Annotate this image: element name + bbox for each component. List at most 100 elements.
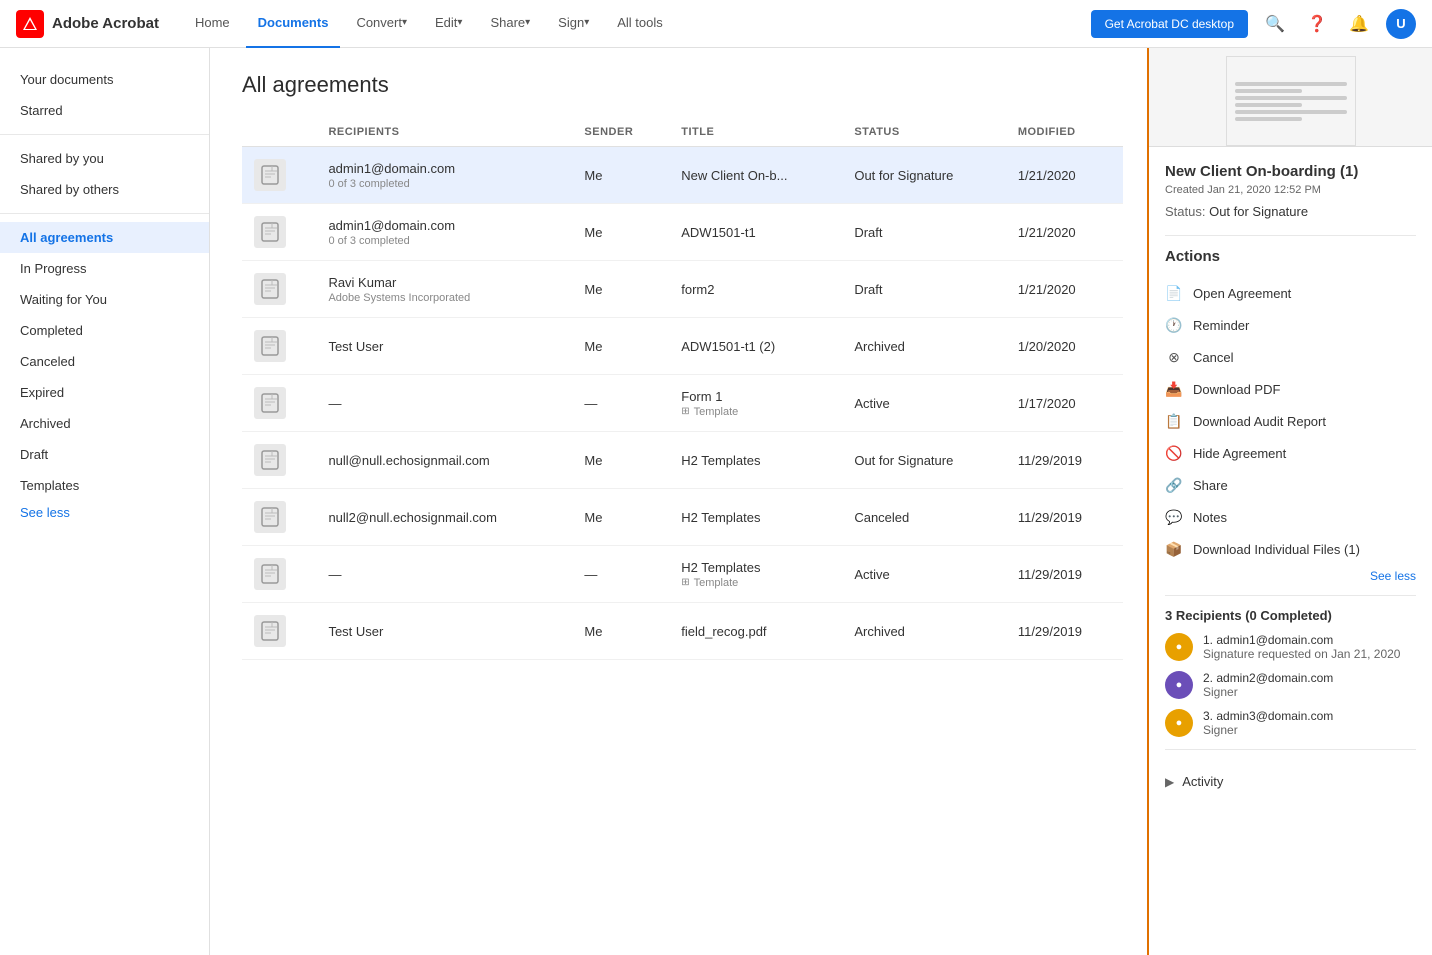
action-hide[interactable]: 🚫 Hide Agreement xyxy=(1165,437,1416,469)
row-recipient: — xyxy=(328,567,560,582)
recipient-email-3: 3. admin3@domain.com xyxy=(1203,709,1333,723)
sidebar-item-templates[interactable]: Templates xyxy=(0,470,209,501)
row-modified: 1/21/2020 xyxy=(1006,261,1123,318)
row-doc-icon xyxy=(254,387,286,419)
col-sender: SENDER xyxy=(572,118,669,147)
nav-documents[interactable]: Documents xyxy=(246,0,341,48)
row-title: ADW1501-t1 (2) xyxy=(681,339,830,354)
row-doc-icon xyxy=(254,273,286,305)
action-download-individual[interactable]: 📦 Download Individual Files (1) xyxy=(1165,533,1416,565)
nav-share[interactable]: Share xyxy=(478,0,542,48)
sidebar-item-archived[interactable]: Archived xyxy=(0,408,209,439)
recipients-section: 3 Recipients (0 Completed) ● 1. admin1@d… xyxy=(1165,608,1416,737)
sidebar-item-your-documents[interactable]: Your documents xyxy=(0,64,209,95)
nav-sign[interactable]: Sign xyxy=(546,0,601,48)
sidebar-divider-2 xyxy=(0,213,209,214)
clock-icon: 🕐 xyxy=(1165,316,1183,334)
row-recipient: null@null.echosignmail.com xyxy=(328,453,560,468)
row-doc-icon xyxy=(254,159,286,191)
row-status: Out for Signature xyxy=(842,147,1006,204)
sidebar-item-all-agreements[interactable]: All agreements xyxy=(0,222,209,253)
row-recipient: admin1@domain.com xyxy=(328,161,560,176)
action-notes[interactable]: 💬 Notes xyxy=(1165,501,1416,533)
doc-icon: 📄 xyxy=(1165,284,1183,302)
recipient-info-1: 1. admin1@domain.com Signature requested… xyxy=(1203,633,1400,661)
panel-title: New Client On-boarding (1) xyxy=(1165,163,1416,180)
table-row[interactable]: null@null.echosignmail.com Me H2 Templat… xyxy=(242,432,1123,489)
actions-title: Actions xyxy=(1165,248,1416,265)
row-recipient-sub: 0 of 3 completed xyxy=(328,235,560,247)
sidebar-item-shared-by-others[interactable]: Shared by others xyxy=(0,174,209,205)
recipient-avatar-1: ● xyxy=(1165,633,1193,661)
col-title: TITLE xyxy=(669,118,842,147)
action-share[interactable]: 🔗 Share xyxy=(1165,469,1416,501)
main-layout: Your documents Starred Shared by you Sha… xyxy=(0,48,1432,955)
nav-convert[interactable]: Convert xyxy=(344,0,419,48)
table-row[interactable]: admin1@domain.com 0 of 3 completed Me AD… xyxy=(242,204,1123,261)
avatar[interactable]: U xyxy=(1386,9,1416,39)
row-recipient: Ravi Kumar xyxy=(328,275,560,290)
sidebar-item-in-progress[interactable]: In Progress xyxy=(0,253,209,284)
template-icon: ⊞ xyxy=(681,577,689,588)
recipient-avatar-2: ● xyxy=(1165,671,1193,699)
activity-section[interactable]: ▶ Activity xyxy=(1165,762,1416,801)
sidebar-item-draft[interactable]: Draft xyxy=(0,439,209,470)
panel-divider-3 xyxy=(1165,749,1416,750)
recipient-info-3: 3. admin3@domain.com Signer xyxy=(1203,709,1333,737)
search-icon[interactable]: 🔍 xyxy=(1260,9,1290,39)
nav-home[interactable]: Home xyxy=(183,0,242,48)
actions-see-less[interactable]: See less xyxy=(1165,569,1416,583)
nav-edit[interactable]: Edit xyxy=(423,0,474,48)
sidebar-see-less[interactable]: See less xyxy=(0,501,209,528)
row-recipient: null2@null.echosignmail.com xyxy=(328,510,560,525)
row-recipient: Test User xyxy=(328,624,560,639)
table-row[interactable]: Test User Me field_recog.pdf Archived 11… xyxy=(242,603,1123,660)
table-row[interactable]: Test User Me ADW1501-t1 (2) Archived 1/2… xyxy=(242,318,1123,375)
table-row[interactable]: null2@null.echosignmail.com Me H2 Templa… xyxy=(242,489,1123,546)
get-acrobat-button[interactable]: Get Acrobat DC desktop xyxy=(1091,10,1248,38)
row-modified: 11/29/2019 xyxy=(1006,603,1123,660)
content-area: All agreements RECIPIENTS SENDER TITLE S… xyxy=(210,48,1147,955)
row-modified: 1/21/2020 xyxy=(1006,204,1123,261)
sidebar: Your documents Starred Shared by you Sha… xyxy=(0,48,210,955)
recipient-email-1: 1. admin1@domain.com xyxy=(1203,633,1400,647)
sidebar-item-shared-by-you[interactable]: Shared by you xyxy=(0,143,209,174)
row-sender: Me xyxy=(572,261,669,318)
sidebar-item-canceled[interactable]: Canceled xyxy=(0,346,209,377)
row-recipient: — xyxy=(328,396,560,411)
action-open-agreement[interactable]: 📄 Open Agreement xyxy=(1165,277,1416,309)
row-title: New Client On-b... xyxy=(681,168,830,183)
action-download-pdf[interactable]: 📥 Download PDF xyxy=(1165,373,1416,405)
sidebar-item-starred[interactable]: Starred xyxy=(0,95,209,126)
table-row[interactable]: — — Form 1 ⊞ Template Active 1/17/2020 xyxy=(242,375,1123,432)
app-name: Adobe Acrobat xyxy=(52,15,159,32)
row-status: Active xyxy=(842,546,1006,603)
row-status: Archived xyxy=(842,318,1006,375)
share-icon: 🔗 xyxy=(1165,476,1183,494)
row-title: form2 xyxy=(681,282,830,297)
sidebar-item-completed[interactable]: Completed xyxy=(0,315,209,346)
notification-icon[interactable]: 🔔 xyxy=(1344,9,1374,39)
adobe-icon xyxy=(16,10,44,38)
action-reminder[interactable]: 🕐 Reminder xyxy=(1165,309,1416,341)
help-icon[interactable]: ❓ xyxy=(1302,9,1332,39)
table-row[interactable]: admin1@domain.com 0 of 3 completed Me Ne… xyxy=(242,147,1123,204)
action-cancel[interactable]: ⊗ Cancel xyxy=(1165,341,1416,373)
table-row[interactable]: Ravi Kumar Adobe Systems Incorporated Me… xyxy=(242,261,1123,318)
row-status: Active xyxy=(842,375,1006,432)
nav-all-tools[interactable]: All tools xyxy=(605,0,675,48)
col-icon xyxy=(242,118,316,147)
row-status: Draft xyxy=(842,261,1006,318)
row-modified: 1/17/2020 xyxy=(1006,375,1123,432)
row-sender: Me xyxy=(572,147,669,204)
nav-links: Home Documents Convert Edit Share Sign A… xyxy=(183,0,1067,48)
sidebar-item-expired[interactable]: Expired xyxy=(0,377,209,408)
recipient-avatar-3: ● xyxy=(1165,709,1193,737)
row-title: H2 Templates xyxy=(681,453,830,468)
row-title: field_recog.pdf xyxy=(681,624,830,639)
sidebar-item-waiting-for-you[interactable]: Waiting for You xyxy=(0,284,209,315)
table-row[interactable]: — — H2 Templates ⊞ Template Active 11/29… xyxy=(242,546,1123,603)
sidebar-divider-1 xyxy=(0,134,209,135)
recipient-row-1: ● 1. admin1@domain.com Signature request… xyxy=(1165,633,1416,661)
action-download-audit[interactable]: 📋 Download Audit Report xyxy=(1165,405,1416,437)
